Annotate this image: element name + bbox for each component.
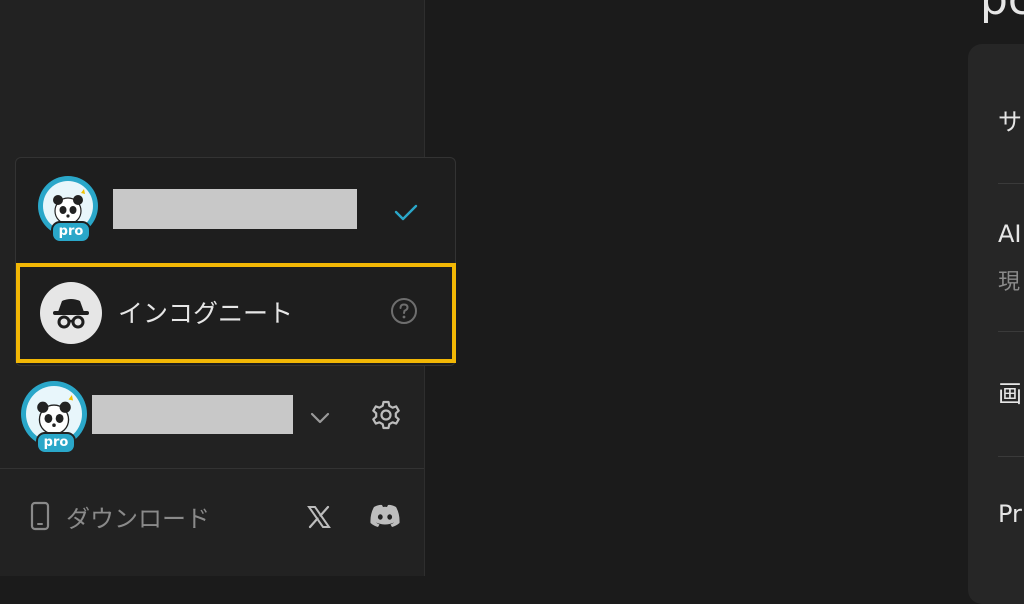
incognito-label: インコグニート xyxy=(118,299,294,328)
settings-row-1[interactable]: サ xyxy=(998,102,1022,137)
sidebar-account-avatar[interactable]: pro xyxy=(21,381,87,454)
divider xyxy=(998,331,1024,332)
incognito-icon xyxy=(40,282,102,344)
chevron-down-icon[interactable] xyxy=(306,404,334,432)
settings-row-4[interactable]: Pr xyxy=(998,500,1022,528)
discord-icon[interactable] xyxy=(367,502,403,530)
account-avatar[interactable]: pro xyxy=(38,176,98,243)
divider xyxy=(998,183,1024,184)
help-icon[interactable] xyxy=(389,296,419,326)
settings-row-3[interactable]: 画 xyxy=(998,374,1022,409)
pro-badge: pro xyxy=(36,432,76,454)
settings-row-2-sub: 現 xyxy=(998,270,1021,295)
footer-divider xyxy=(0,468,424,469)
divider xyxy=(998,456,1024,457)
settings-row-2[interactable]: AI xyxy=(998,220,1022,248)
pro-badge: pro xyxy=(51,221,91,243)
main-area xyxy=(425,0,1024,576)
phone-icon xyxy=(30,501,50,531)
check-icon xyxy=(394,204,418,221)
download-link[interactable]: ダウンロード xyxy=(66,499,210,534)
page-title: pc xyxy=(980,0,1024,25)
gear-icon[interactable] xyxy=(369,398,403,432)
account-name-redacted xyxy=(113,189,357,229)
x-icon[interactable] xyxy=(306,504,332,530)
settings-panel: サ AI 現 画 Pr xyxy=(968,44,1024,604)
sidebar-account-name-redacted xyxy=(92,395,293,434)
